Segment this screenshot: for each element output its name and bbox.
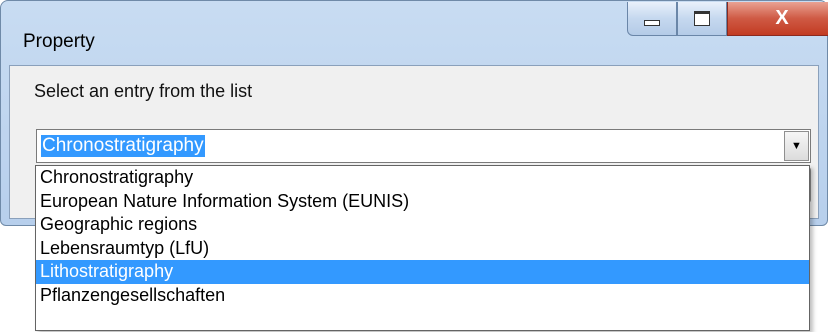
maximize-button[interactable] [677,2,727,36]
combobox-value[interactable]: Chronostratigraphy [41,135,205,157]
maximize-icon [694,11,710,26]
dropdown-list[interactable]: Chronostratigraphy European Nature Infor… [35,165,810,331]
prompt-label: Select an entry from the list [34,81,253,101]
minimize-icon [644,19,660,26]
chevron-down-icon: ▼ [791,140,802,152]
list-item[interactable]: Geographic regions [36,213,809,237]
list-item[interactable]: Chronostratigraphy [36,166,809,190]
close-icon: X [775,7,789,29]
list-item[interactable]: European Nature Information System (EUNI… [36,190,809,214]
list-item[interactable]: Lebensraumtyp (LfU) [36,237,809,261]
dropdown-button[interactable]: ▼ [784,131,809,161]
window-controls: X [627,2,828,36]
list-item[interactable]: Lithostratigraphy [36,260,809,284]
minimize-button[interactable] [627,2,677,36]
entry-combobox[interactable]: Chronostratigraphy ▼ [36,129,811,163]
window-title: Property [23,31,95,52]
close-button[interactable]: X [727,2,828,36]
list-item[interactable]: Pflanzengesellschaften [36,284,809,308]
